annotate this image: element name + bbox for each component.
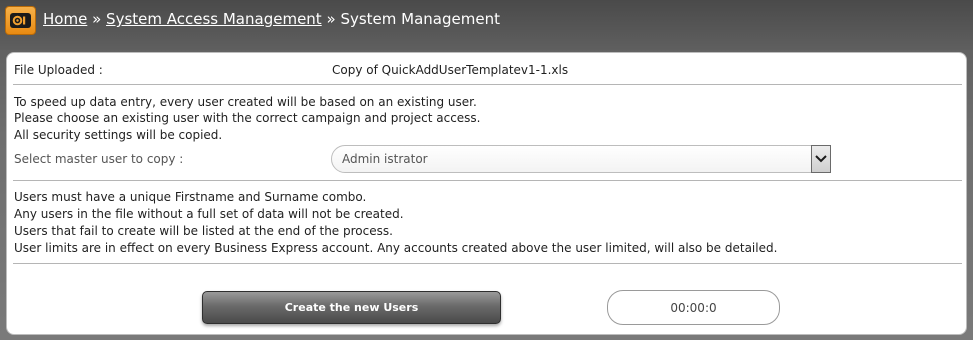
breadcrumb-current: System Management — [340, 10, 500, 28]
breadcrumb: Home » System Access Management » System… — [43, 10, 500, 28]
breadcrumb-separator: » — [326, 10, 336, 28]
app-logo-icon[interactable] — [5, 6, 36, 35]
chevron-down-icon — [815, 155, 827, 163]
info-text-line: Please choose an existing user with the … — [14, 111, 481, 125]
divider — [13, 180, 962, 181]
file-uploaded-name: Copy of QuickAddUserTemplatev1-1.xls — [332, 63, 569, 77]
logo-glyph-icon — [12, 15, 26, 26]
header-bar: Home » System Access Management » System… — [0, 0, 973, 50]
dropdown-toggle[interactable] — [811, 145, 831, 173]
file-uploaded-label: File Uploaded : — [14, 63, 103, 77]
breadcrumb-system-access-link[interactable]: System Access Management — [106, 10, 322, 28]
logo-mark — [10, 13, 31, 28]
info-text-line: To speed up data entry, every user creat… — [14, 95, 477, 109]
rules-text-line: Users must have a unique Firstname and S… — [14, 190, 367, 204]
divider — [13, 263, 962, 264]
breadcrumb-separator: » — [92, 10, 102, 28]
breadcrumb-home-link[interactable]: Home — [43, 10, 87, 28]
master-user-selected-value: Admin istrator — [342, 152, 428, 166]
rules-text-line: User limits are in effect on every Busin… — [14, 241, 778, 255]
upload-panel: File Uploaded : Copy of QuickAddUserTemp… — [6, 52, 967, 335]
rules-text-line: Users that fail to create will be listed… — [14, 224, 393, 238]
elapsed-timer: 00:00:0 — [607, 290, 780, 325]
master-user-select[interactable]: Admin istrator — [331, 145, 831, 173]
info-text-line: All security settings will be copied. — [14, 128, 223, 142]
master-user-label: Select master user to copy : — [14, 152, 184, 166]
create-users-button[interactable]: Create the new Users — [202, 291, 501, 324]
rules-text-line: Any users in the file without a full set… — [14, 207, 404, 221]
divider — [13, 84, 962, 85]
